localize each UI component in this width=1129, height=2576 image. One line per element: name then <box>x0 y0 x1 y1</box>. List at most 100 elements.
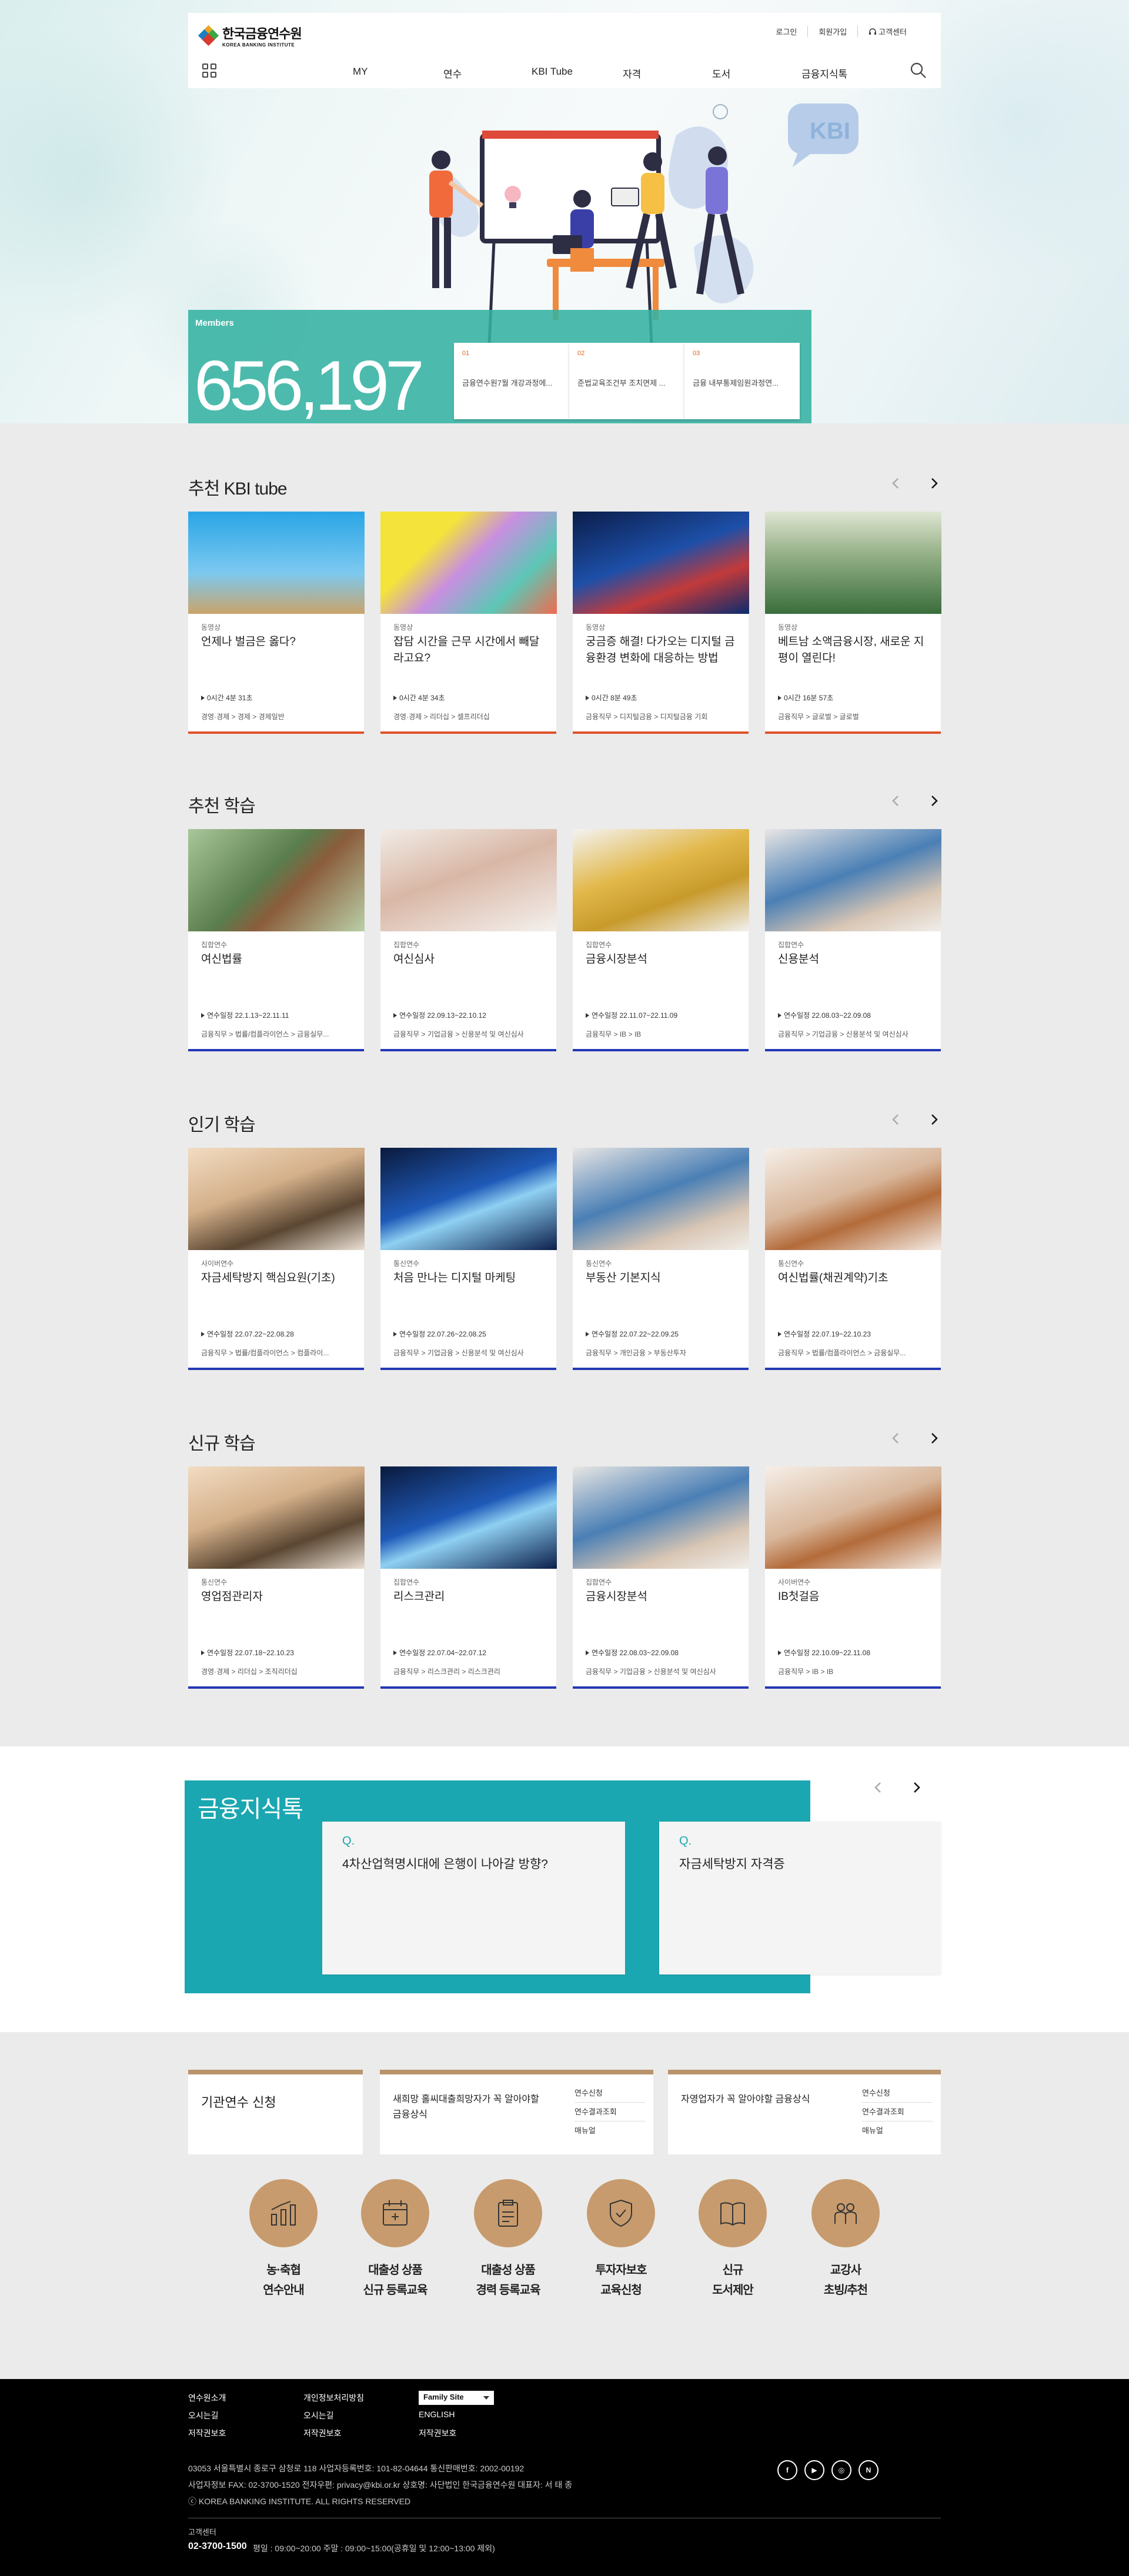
info-link-result[interactable]: 연수결과조회 <box>862 2103 933 2121</box>
cs-hours: 평일 : 09:00~20:00 주말 : 09:00~15:00(공휴일 및 … <box>253 2544 495 2553</box>
nav-kbi-tube[interactable]: KBI Tube <box>532 66 573 78</box>
chevron-left-icon <box>874 1782 881 1793</box>
course-card[interactable]: 동영상 잡담 시간을 근무 시간에서 빼달라고요? 0시간 4분 34초 경영·경제 … <box>380 512 557 734</box>
nav-my[interactable]: MY <box>353 66 368 78</box>
course-card[interactable]: 집합연수 여신법률 연수일정 22.1.13~22.11.11 금융직무 > 법률/컴… <box>188 829 365 1051</box>
nav-finance-talk[interactable]: 금융지식톡 <box>801 66 847 81</box>
card-category: 동영상 <box>586 623 606 632</box>
next-button[interactable] <box>927 1112 941 1127</box>
course-card[interactable]: 집합연수 금융시장분석 연수일정 22.11.07~22.11.09 금융직무 > I… <box>573 829 749 1051</box>
instagram-icon[interactable]: ◎ <box>831 2460 851 2480</box>
quick-link-investor[interactable]: 투자자보호 교육신청 <box>569 2179 673 2300</box>
card-category: 집합연수 <box>586 1578 612 1586</box>
course-card[interactable]: 동영상 언제나 벌금은 옳다? 0시간 4분 31초 경영·경제 > 경제 > 경제일… <box>188 512 365 734</box>
card-meta: 0시간 8분 49초 <box>586 693 637 703</box>
course-card[interactable]: 동영상 궁금증 해결! 다가오는 디지털 금융환경 변화에 대응하는 방법 0시간 … <box>573 512 749 734</box>
card-title: 자금세탁방지 핵심요원(기초) <box>201 1272 335 1284</box>
family-site-select[interactable]: Family Site <box>419 2391 494 2405</box>
login-link[interactable]: 로그인 <box>765 26 807 37</box>
footer-link[interactable]: 개인정보처리방침 <box>303 2392 364 2404</box>
footer-link[interactable]: ENGLISH <box>419 2410 455 2419</box>
course-card[interactable]: 동영상 베트남 소액금융시장, 새로운 지평이 열린다! 0시간 16분 57초 금융… <box>765 512 941 734</box>
course-card[interactable]: 통신연수 여신법률(채권계약)기초 연수일정 22.07.19~22.10.23 금융… <box>765 1148 941 1370</box>
clipboard-icon <box>498 2200 518 2227</box>
course-card[interactable]: 집합연수 금융시장분석 연수일정 22.08.03~22.09.08 금융직무 > 기… <box>573 1466 749 1689</box>
signup-link[interactable]: 회원가입 <box>807 26 857 37</box>
course-card[interactable]: 통신연수 처음 만나는 디지털 마케팅 연수일정 22.07.26~22.08.25… <box>380 1148 557 1370</box>
logo-mark-icon <box>198 25 219 46</box>
info-link-manual[interactable]: 매뉴얼 <box>574 2121 645 2140</box>
quick-link-book[interactable]: 신규 도서제안 <box>681 2179 784 2300</box>
search-button[interactable] <box>909 61 927 79</box>
course-card[interactable]: 사이버연수 IB첫걸음 연수일정 22.10.09~22.11.08 금융직무 > I… <box>765 1466 941 1689</box>
chevron-left-icon <box>892 1114 898 1125</box>
info-link-apply[interactable]: 연수신청 <box>862 2084 933 2103</box>
next-button[interactable] <box>927 476 941 490</box>
course-card[interactable]: 집합연수 리스크관리 연수일정 22.07.04~22.07.12 금융직무 > 리스… <box>380 1466 557 1689</box>
book-icon <box>720 2202 745 2226</box>
quick-link-loan-new[interactable]: 대출성 상품 신규 등록교육 <box>343 2179 447 2300</box>
quick-link-label: 농·축협 <box>266 2264 301 2277</box>
nav-training[interactable]: 연수 <box>443 66 462 81</box>
notice-card[interactable]: 01 금융연수원7월 개강과정에... <box>454 343 569 419</box>
prev-button[interactable] <box>889 794 903 808</box>
next-button[interactable] <box>927 1431 941 1445</box>
youtube-icon[interactable]: ▶ <box>804 2460 824 2480</box>
footer-link[interactable]: 오시는길 <box>188 2410 219 2421</box>
footer-link[interactable]: 연수원소개 <box>188 2392 226 2404</box>
site-logo[interactable]: 한국금융연수원 KOREA BANKING INSTITUTE <box>198 24 302 48</box>
next-button[interactable] <box>909 1780 923 1795</box>
card-list: 통신연수 영업점관리자 연수일정 22.07.18~22.10.23 경영·경제 > … <box>188 1466 941 1689</box>
quick-link-nh-training[interactable]: 농·축협 연수안내 <box>232 2179 335 2300</box>
quick-link-instructor[interactable]: 교강사 초빙/추천 <box>794 2179 897 2300</box>
facebook-icon[interactable]: f <box>777 2460 797 2480</box>
section-recommended-learning: 추천 학습 집합연수 여신법률 연수일정 22.1.13~22.11.11 금융직무 >… <box>188 791 941 1056</box>
nav-certification[interactable]: 자격 <box>623 66 641 81</box>
finance-talk-arrows <box>871 1780 923 1795</box>
finance-talk-title: 금융지식톡 <box>198 1796 303 1822</box>
notice-card[interactable]: 03 금융 내부통제임원과정연... <box>684 343 800 419</box>
card-path: 금융직무 > 기업금융 > 신용분석 및 여신심사 <box>586 1668 716 1676</box>
chevron-left-icon <box>892 796 898 806</box>
prev-button[interactable] <box>871 1780 886 1795</box>
course-card[interactable]: 통신연수 부동산 기본지식 연수일정 22.07.22~22.09.25 금융직무 >… <box>573 1148 749 1370</box>
course-card[interactable]: 집합연수 여신심사 연수일정 22.09.13~22.10.12 금융직무 > 기업금… <box>380 829 557 1051</box>
course-card[interactable]: 통신연수 영업점관리자 연수일정 22.07.18~22.10.23 경영·경제 > … <box>188 1466 365 1689</box>
blog-icon[interactable]: N <box>859 2460 879 2480</box>
card-thumbnail <box>188 829 365 931</box>
quick-link-label: 신규 <box>722 2264 744 2277</box>
footer-link[interactable]: 저작권보호 <box>419 2427 456 2439</box>
course-card[interactable]: 사이버연수 자금세탁방지 핵심요원(기초) 연수일정 22.07.22~22.08.… <box>188 1148 365 1370</box>
info-link-result[interactable]: 연수결과조회 <box>574 2103 645 2121</box>
info-link-manual[interactable]: 매뉴얼 <box>862 2121 933 2140</box>
info-link-apply[interactable]: 연수신청 <box>574 2084 645 2103</box>
question-card[interactable]: Q. 4차산업혁명시대에 은행이 나아갈 방향? <box>322 1822 625 1974</box>
nav-books[interactable]: 도서 <box>712 66 730 81</box>
course-card[interactable]: 집합연수 신용분석 연수일정 22.08.03~22.09.08 금융직무 > 기업금… <box>765 829 941 1051</box>
prev-button[interactable] <box>889 1112 903 1127</box>
footer-link[interactable]: 저작권보호 <box>188 2427 226 2439</box>
footer-link[interactable]: 저작권보호 <box>303 2427 341 2439</box>
carousel-arrows <box>889 476 941 490</box>
footer-link[interactable]: 오시는길 <box>303 2410 334 2421</box>
quick-link-label: 신규 등록교육 <box>363 2284 428 2297</box>
notice-card[interactable]: 02 준법교육조건부 조치면제 ... <box>569 343 684 419</box>
prev-button[interactable] <box>889 476 903 490</box>
card-thumbnail <box>380 1148 557 1250</box>
customer-center-link[interactable]: 고객센터 <box>857 26 917 37</box>
card-path: 금융직무 > 기업금융 > 신용분석 및 여신심사 <box>393 1349 524 1357</box>
next-button[interactable] <box>927 794 941 808</box>
card-title: 부동산 기본지식 <box>586 1272 661 1284</box>
carousel-arrows <box>889 1112 941 1127</box>
card-category: 통신연수 <box>778 1259 804 1268</box>
card-thumbnail <box>765 829 941 931</box>
prev-button[interactable] <box>889 1431 903 1445</box>
info-box-institution[interactable]: 기관연수 신청 <box>188 2070 363 2154</box>
members-counter-panel: Members 656,197 01 금융연수원7월 개강과정에... 02 준… <box>188 310 811 439</box>
footer-address: 03053 서울특별시 종로구 삼청로 118 사업자등록번호: 101-82-… <box>188 2464 525 2473</box>
question-card[interactable]: Q. 자금세탁방지 자격증 <box>659 1822 941 1974</box>
all-menu-button[interactable] <box>202 64 218 79</box>
section-title: 추천 KBI tube <box>188 479 288 499</box>
quick-link-loan-career[interactable]: 대출성 상품 경력 등록교육 <box>456 2179 560 2300</box>
card-category: 사이버연수 <box>778 1578 811 1586</box>
